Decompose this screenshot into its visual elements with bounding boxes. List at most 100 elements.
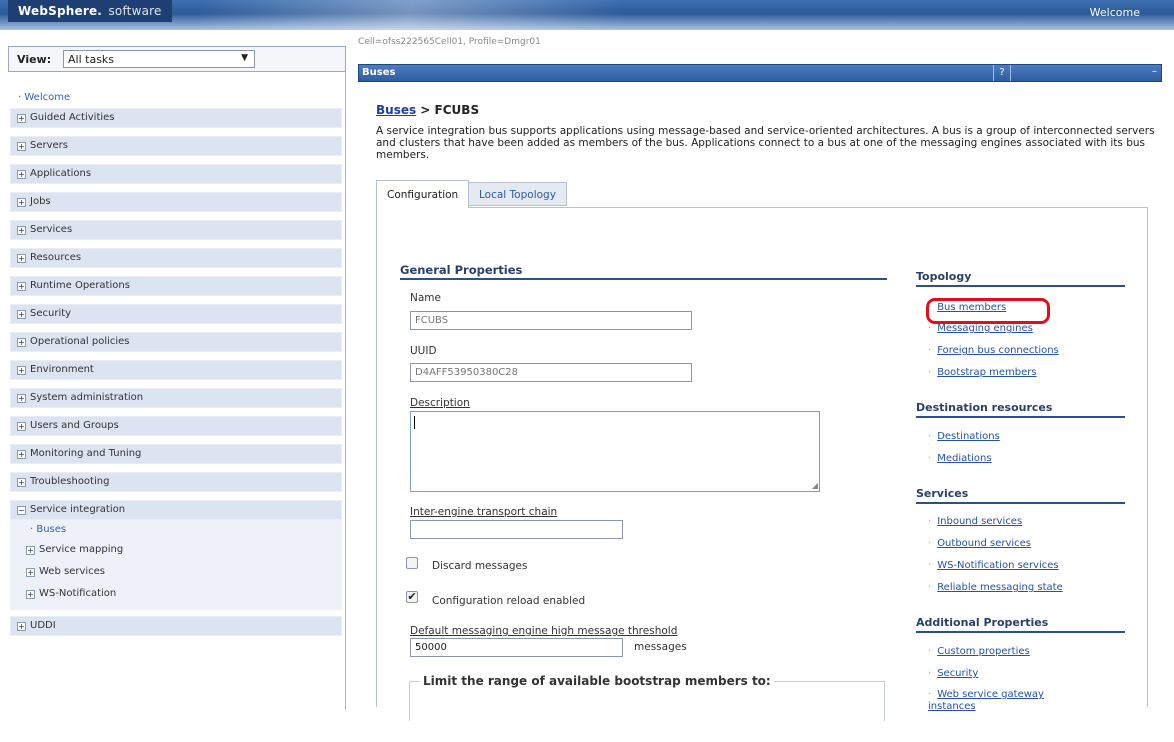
inbound-services-link[interactable]: · Inbound services xyxy=(928,516,1022,527)
nav-item-services[interactable]: + Services xyxy=(10,220,342,240)
topology-heading: Topology xyxy=(916,270,972,283)
resize-grip-icon[interactable]: ◢ xyxy=(812,482,818,490)
nav-subitem-buses[interactable]: · Buses xyxy=(30,524,66,535)
destinations-link[interactable]: · Destinations xyxy=(928,431,1000,442)
expand-icon[interactable]: + xyxy=(17,254,26,263)
nav-item-monitoring-and-tuning[interactable]: + Monitoring and Tuning xyxy=(10,444,342,464)
description-textarea[interactable]: ◢ xyxy=(410,411,820,492)
nav-item-users-and-groups[interactable]: + Users and Groups xyxy=(10,416,342,436)
name-field[interactable]: FCUBS xyxy=(410,311,692,330)
bus-members-highlight xyxy=(926,298,1050,324)
services-heading: Services xyxy=(916,487,969,500)
outbound-services-link[interactable]: · Outbound services xyxy=(928,538,1031,549)
config-reload-checkbox[interactable]: ✔ xyxy=(406,591,418,603)
help-icon[interactable]: ? xyxy=(993,65,1011,81)
nav-item-environment[interactable]: + Environment xyxy=(10,360,342,380)
nav-item-jobs[interactable]: + Jobs xyxy=(10,192,342,212)
welcome-link-top[interactable]: Welcome xyxy=(1090,6,1140,19)
breadcrumb-separator: > xyxy=(416,103,435,117)
name-label: Name xyxy=(410,292,441,304)
nav-item-guided-activities[interactable]: + Guided Activities xyxy=(10,108,342,128)
tab-local-topology[interactable]: Local Topology xyxy=(468,182,567,206)
expand-icon[interactable]: + xyxy=(17,170,26,179)
transport-chain-field[interactable] xyxy=(410,520,623,539)
expand-icon[interactable]: + xyxy=(17,622,26,631)
expand-icon[interactable]: + xyxy=(17,310,26,319)
brand-name: WebSphere. xyxy=(18,4,103,18)
ws-notification-services-link[interactable]: · WS-Notification services xyxy=(928,560,1059,571)
expand-icon[interactable]: + xyxy=(26,568,35,577)
nav-subitem-ws-notification[interactable]: + WS-Notification xyxy=(26,588,116,599)
dropdown-arrow-icon[interactable]: ▼ xyxy=(241,53,248,63)
expand-icon[interactable]: + xyxy=(17,450,26,459)
nav-item-runtime-operations[interactable]: + Runtime Operations xyxy=(10,276,342,296)
bus-description-text: A service integration bus supports appli… xyxy=(376,125,1155,161)
foreign-bus-connections-link[interactable]: · Foreign bus connections xyxy=(928,345,1059,356)
transport-chain-label: Inter-engine transport chain xyxy=(410,506,558,518)
expand-icon[interactable]: + xyxy=(26,590,35,599)
expand-icon[interactable]: + xyxy=(17,114,26,123)
view-select[interactable]: All tasks ▼ xyxy=(63,50,255,68)
breadcrumb: Buses > FCUBS xyxy=(376,103,479,117)
view-label: View: xyxy=(17,53,52,66)
breadcrumb-current: FCUBS xyxy=(434,103,480,117)
collapse-icon[interactable]: − xyxy=(17,506,26,515)
brand-suffix: software xyxy=(108,4,162,18)
nav-item-applications[interactable]: + Applications xyxy=(10,164,342,184)
threshold-unit: messages xyxy=(634,641,687,653)
reliable-messaging-state-link[interactable]: · Reliable messaging state xyxy=(928,582,1063,593)
expand-icon[interactable]: + xyxy=(17,226,26,235)
web-service-gateway-link[interactable]: · Web service gateway instances xyxy=(928,689,1078,713)
custom-properties-link[interactable]: · Custom properties xyxy=(928,646,1030,657)
expand-icon[interactable]: + xyxy=(17,198,26,207)
threshold-field[interactable]: 50000 xyxy=(410,638,623,657)
nav-welcome-link[interactable]: · Welcome xyxy=(18,92,70,103)
nav-subitem-web-services[interactable]: + Web services xyxy=(26,566,105,577)
discard-messages-label: Discard messages xyxy=(432,560,528,572)
nav-item-uddi[interactable]: + UDDI xyxy=(10,616,342,636)
security-link[interactable]: · Security xyxy=(928,668,978,679)
nav-item-resources[interactable]: + Resources xyxy=(10,248,342,268)
bootstrap-members-link[interactable]: · Bootstrap members xyxy=(928,367,1037,378)
messaging-engines-link[interactable]: · Messaging engines xyxy=(928,323,1033,334)
threshold-label: Default messaging engine high message th… xyxy=(410,625,678,637)
expand-icon[interactable]: + xyxy=(17,142,26,151)
expand-icon[interactable]: + xyxy=(26,546,35,555)
breadcrumb-buses-link[interactable]: Buses xyxy=(376,103,416,117)
view-select-value: All tasks xyxy=(68,53,115,66)
additional-properties-divider xyxy=(916,631,1125,633)
view-selector-bar: View: All tasks ▼ xyxy=(8,46,346,72)
tab-configuration[interactable]: Configuration xyxy=(376,180,470,208)
top-banner: WebSphere. software Welcome xyxy=(0,0,1174,30)
nav-item-troubleshooting[interactable]: + Troubleshooting xyxy=(10,472,342,492)
expand-icon[interactable]: + xyxy=(17,422,26,431)
expand-icon[interactable]: + xyxy=(17,478,26,487)
uuid-label: UUID xyxy=(410,345,437,357)
navigation-panel: View: All tasks ▼ · Welcome + Guided Acti… xyxy=(8,46,346,710)
minimize-icon[interactable]: – xyxy=(1152,66,1157,77)
expand-icon[interactable]: + xyxy=(17,394,26,403)
nav-item-service-integration[interactable]: − Service integration xyxy=(10,500,342,520)
nav-item-operational-policies[interactable]: + Operational policies xyxy=(10,332,342,352)
expand-icon[interactable]: + xyxy=(17,338,26,347)
topology-divider xyxy=(916,285,1125,287)
panel-titlebar: Buses ? – xyxy=(358,64,1162,82)
destination-resources-heading: Destination resources xyxy=(916,401,1053,414)
nav-item-servers[interactable]: + Servers xyxy=(10,136,342,156)
nav-item-system-administration[interactable]: + System administration xyxy=(10,388,342,408)
nav-subitem-service-mapping[interactable]: + Service mapping xyxy=(26,544,123,555)
mediations-link[interactable]: · Mediations xyxy=(928,453,992,464)
uuid-field[interactable]: D4AFF53950380C28 xyxy=(410,363,692,382)
text-cursor xyxy=(414,416,415,429)
bootstrap-members-fieldset: Limit the range of available bootstrap m… xyxy=(409,674,885,721)
description-label: Description xyxy=(410,397,470,409)
websphere-logo: WebSphere. software xyxy=(8,0,172,22)
config-reload-label: Configuration reload enabled xyxy=(432,595,586,607)
nav-item-security[interactable]: + Security xyxy=(10,304,342,324)
additional-properties-heading: Additional Properties xyxy=(916,616,1049,629)
expand-icon[interactable]: + xyxy=(17,282,26,291)
services-divider xyxy=(916,502,1125,504)
expand-icon[interactable]: + xyxy=(17,366,26,375)
cell-profile-info: Cell=ofss222565Cell01, Profile=Dmgr01 xyxy=(358,37,541,47)
discard-messages-checkbox[interactable] xyxy=(406,557,418,569)
